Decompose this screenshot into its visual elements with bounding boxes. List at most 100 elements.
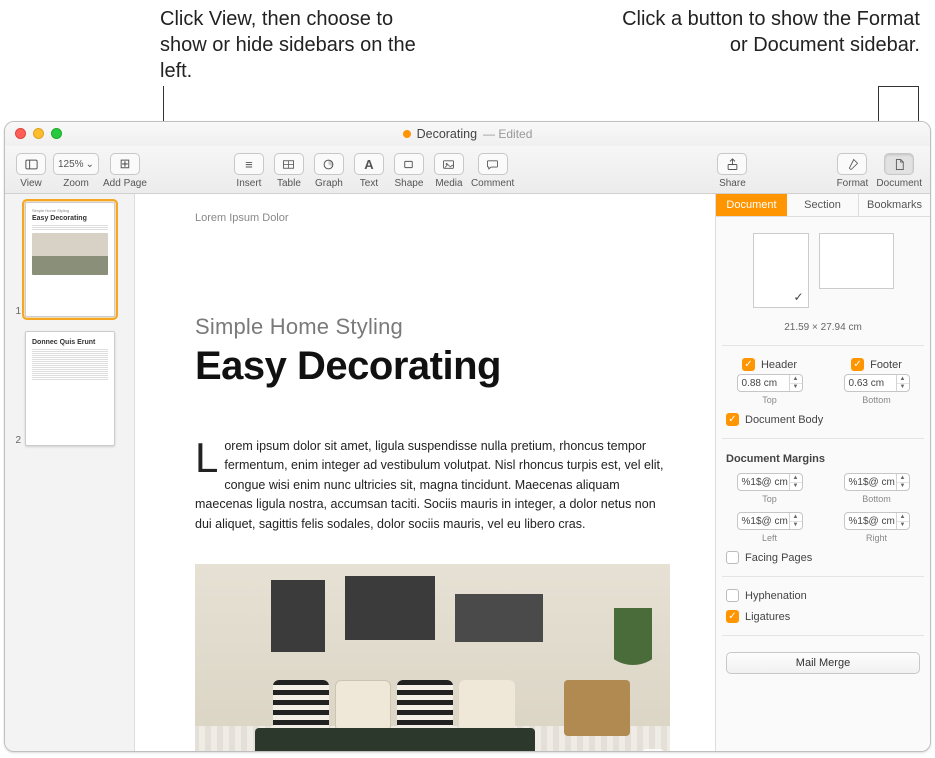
page-thumbnail-2[interactable]: Donnec Quis Erunt (25, 331, 115, 446)
toolbar: View 125% ⌄ Zoom ⊞ Add Page ≡ Insert (5, 146, 930, 194)
margin-top-value: %1$@ cm (742, 477, 789, 488)
insert-button[interactable]: ≡ Insert (229, 150, 269, 189)
document-body-checkbox[interactable]: ✓ (726, 413, 739, 426)
document-label: Document (876, 178, 922, 189)
text-button[interactable]: A Text (349, 150, 389, 189)
step-down-icon[interactable]: ▼ (897, 522, 909, 530)
headline: Easy Decorating (195, 344, 675, 389)
table-label: Table (277, 178, 301, 189)
table-button[interactable]: Table (269, 150, 309, 189)
tab-document[interactable]: Document (716, 194, 787, 216)
margin-bottom-stepper[interactable]: %1$@ cm▲▼ (844, 473, 910, 491)
paper-size-label: 21.59 × 27.94 cm (726, 322, 920, 333)
window-controls (15, 128, 62, 139)
sub-top: Top (762, 395, 777, 405)
margin-right-value: %1$@ cm (849, 516, 896, 527)
format-button[interactable]: Format (832, 150, 872, 189)
close-window-button[interactable] (15, 128, 26, 139)
sub-top: Top (762, 494, 777, 504)
document-status: — Edited (483, 127, 532, 141)
facing-pages-label: Facing Pages (745, 552, 812, 564)
page-thumbnail-1[interactable]: Simple Home Styling Easy Decorating (25, 202, 115, 317)
header-label: Header (761, 359, 797, 371)
document-canvas[interactable]: Lorem Ipsum Dolor Simple Home Styling Ea… (135, 194, 715, 751)
step-up-icon[interactable]: ▲ (897, 474, 909, 483)
shape-label: Shape (394, 178, 423, 189)
step-down-icon[interactable]: ▼ (790, 384, 802, 392)
zoom-button[interactable]: 125% ⌄ Zoom (51, 150, 101, 189)
document-name[interactable]: Decorating (417, 127, 477, 141)
step-up-icon[interactable]: ▲ (790, 474, 802, 483)
header-stepper[interactable]: 0.88 cm▲▼ (737, 374, 803, 392)
annotation-right: Click a button to show the Format or Doc… (620, 6, 920, 58)
document-body-label: Document Body (745, 414, 823, 426)
share-icon (725, 157, 740, 172)
comment-button[interactable]: Comment (469, 150, 516, 189)
thumb-page-number: 1 (11, 306, 21, 317)
running-header: Lorem Ipsum Dolor (195, 212, 675, 224)
share-button[interactable]: Share (712, 150, 752, 189)
callout-line (878, 86, 918, 87)
zoom-window-button[interactable] (51, 128, 62, 139)
margin-top-stepper[interactable]: %1$@ cm▲▼ (737, 473, 803, 491)
step-down-icon[interactable]: ▼ (790, 522, 802, 530)
graph-button[interactable]: Graph (309, 150, 349, 189)
step-up-icon[interactable]: ▲ (897, 375, 909, 384)
margin-right-stepper[interactable]: %1$@ cm▲▼ (844, 512, 910, 530)
share-label: Share (719, 178, 746, 189)
sub-right: Right (866, 533, 887, 543)
footer-value: 0.63 cm (849, 378, 896, 389)
ligatures-checkbox[interactable]: ✓ (726, 610, 739, 623)
add-page-button[interactable]: ⊞ Add Page (101, 150, 149, 189)
dropcap: L (195, 437, 224, 477)
mail-merge-button[interactable]: Mail Merge (726, 652, 920, 674)
ligatures-label: Ligatures (745, 611, 790, 623)
page-thumbnails-sidebar: 1 Simple Home Styling Easy Decorating 2 … (5, 194, 135, 751)
plus-page-icon: ⊞ (120, 156, 131, 172)
sidebar-icon (24, 157, 39, 172)
margin-left-value: %1$@ cm (742, 516, 789, 527)
step-down-icon[interactable]: ▼ (897, 384, 909, 392)
hyphenation-checkbox[interactable] (726, 589, 739, 602)
image-options-button[interactable] (642, 749, 664, 751)
sub-left: Left (762, 533, 777, 543)
thumb-title: Easy Decorating (32, 215, 108, 222)
shape-button[interactable]: Shape (389, 150, 429, 189)
step-down-icon[interactable]: ▼ (790, 483, 802, 491)
paintbrush-icon (845, 157, 860, 172)
app-window: Decorating — Edited View 125% ⌄ Zoom ⊞ A… (4, 121, 931, 752)
inline-image[interactable] (195, 564, 670, 751)
footer-stepper[interactable]: 0.63 cm▲▼ (844, 374, 910, 392)
footer-label: Footer (870, 359, 902, 371)
document-icon (403, 130, 411, 138)
insert-label: Insert (236, 178, 261, 189)
document-icon (892, 157, 907, 172)
header-checkbox[interactable]: ✓ (742, 358, 755, 371)
media-button[interactable]: Media (429, 150, 469, 189)
thumb-image (32, 233, 108, 275)
zoom-value: 125% (58, 159, 84, 170)
margin-left-stepper[interactable]: %1$@ cm▲▼ (737, 512, 803, 530)
sub-bottom: Bottom (862, 395, 891, 405)
document-button[interactable]: Document (874, 150, 924, 189)
thumb-title: Donnec Quis Erunt (32, 339, 108, 346)
orientation-landscape[interactable] (819, 233, 894, 289)
view-button[interactable]: View (11, 150, 51, 189)
minimize-window-button[interactable] (33, 128, 44, 139)
text-label: Text (360, 178, 378, 189)
image-icon (441, 157, 456, 172)
step-down-icon[interactable]: ▼ (897, 483, 909, 491)
table-icon (281, 157, 296, 172)
format-label: Format (837, 178, 869, 189)
step-up-icon[interactable]: ▲ (790, 513, 802, 522)
step-up-icon[interactable]: ▲ (897, 513, 909, 522)
zoom-label: Zoom (63, 178, 89, 189)
chevron-down-icon: ⌄ (86, 159, 94, 170)
footer-checkbox[interactable]: ✓ (851, 358, 864, 371)
tab-section[interactable]: Section (787, 194, 858, 216)
tab-bookmarks[interactable]: Bookmarks (858, 194, 930, 216)
step-up-icon[interactable]: ▲ (790, 375, 802, 384)
facing-pages-checkbox[interactable] (726, 551, 739, 564)
margin-bottom-value: %1$@ cm (849, 477, 896, 488)
orientation-portrait[interactable]: ✓ (753, 233, 809, 308)
